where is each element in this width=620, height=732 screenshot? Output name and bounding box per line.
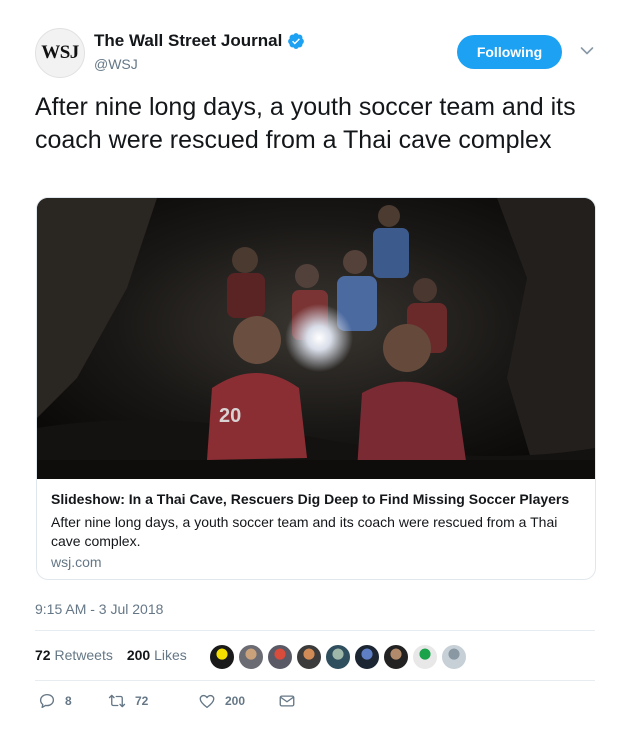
account-info: The Wall Street Journal @WSJ — [94, 31, 305, 72]
liker-avatar-6[interactable] — [353, 643, 381, 671]
like-count: 200 — [225, 694, 246, 708]
card-title[interactable]: Slideshow: In a Thai Cave, Rescuers Dig … — [51, 491, 569, 507]
mail-icon — [279, 695, 295, 707]
tweet-timestamp[interactable]: 9:15 AM - 3 Jul 2018 — [35, 601, 163, 617]
svg-text:20: 20 — [219, 405, 241, 427]
reply-count: 8 — [65, 694, 72, 708]
like-action[interactable]: 200 — [198, 692, 278, 710]
liker-avatar-1[interactable] — [208, 643, 236, 671]
display-name[interactable]: The Wall Street Journal — [94, 31, 305, 51]
liker-avatar-5[interactable] — [324, 643, 352, 671]
tweet-actions: 8 72 200 — [38, 692, 296, 710]
link-card[interactable]: 20 Slideshow: In a Thai Cave, Rescuers D… — [36, 197, 596, 580]
liker-avatar-4[interactable] — [295, 643, 323, 671]
retweet-icon — [108, 694, 126, 708]
retweets-count: 72 — [35, 647, 51, 663]
display-name-text[interactable]: The Wall Street Journal — [94, 31, 282, 51]
card-domain[interactable]: wsj.com — [51, 554, 102, 570]
tweet-stats: 72 Retweets 200 Likes — [35, 647, 187, 663]
liker-avatar-7[interactable] — [382, 643, 410, 671]
direct-message-action[interactable] — [278, 692, 296, 710]
likes-count: 200 — [126, 647, 151, 663]
likes-stat[interactable]: 200 Likes — [127, 647, 187, 663]
liker-avatar-2[interactable] — [237, 643, 265, 671]
reply-icon — [39, 693, 55, 709]
liker-avatars — [208, 643, 469, 671]
card-description: After nine long days, a youth soccer tea… — [51, 514, 558, 549]
retweets-label: Retweets — [54, 647, 113, 663]
following-button[interactable]: Following — [457, 35, 562, 69]
account-handle[interactable]: @WSJ — [94, 56, 305, 72]
divider — [35, 630, 595, 631]
liker-avatar-8[interactable] — [411, 643, 439, 671]
heart-icon — [199, 694, 215, 709]
liker-avatar-9[interactable] — [440, 643, 468, 671]
verified-badge-icon — [288, 33, 305, 49]
divider — [35, 680, 595, 681]
tweet-text: After nine long days, a youth soccer tea… — [35, 93, 576, 154]
chevron-down-icon[interactable] — [580, 46, 594, 56]
account-avatar[interactable]: WSJ — [35, 28, 85, 78]
retweet-action[interactable]: 72 — [108, 692, 198, 710]
reply-action[interactable]: 8 — [38, 692, 108, 710]
likes-label: Likes — [154, 647, 187, 663]
liker-avatar-3[interactable] — [266, 643, 294, 671]
retweet-count: 72 — [135, 694, 149, 708]
retweets-stat[interactable]: 72 Retweets — [35, 647, 113, 663]
card-image[interactable]: 20 — [37, 198, 595, 479]
